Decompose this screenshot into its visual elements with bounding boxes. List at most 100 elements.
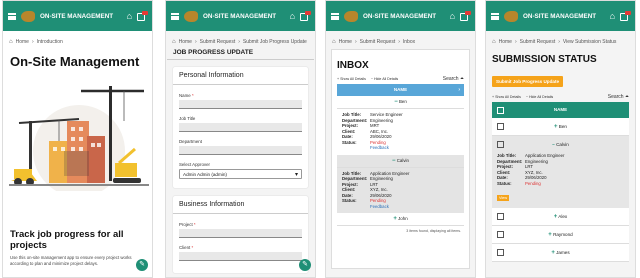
home-icon[interactable]: ⌂ [450,11,455,21]
search-link[interactable]: Search ⏶ [443,76,464,82]
notification-icon[interactable] [620,11,631,21]
home-icon[interactable]: ⌂ [172,39,176,45]
row-checkbox[interactable] [497,231,504,238]
client-label: Client * [179,245,194,250]
row-details: Job Title: Service Engineer Department: En… [337,109,464,155]
edit-fab-button[interactable]: ✎ [136,259,148,271]
table-controls: + Show All Details − Hide All Details Se… [337,76,464,82]
row-details: Job Title: Application Engineer Departmen… [497,153,565,186]
hide-all-details-link[interactable]: − Hide All Details [526,95,553,99]
table-header[interactable]: NAME › [337,84,464,96]
intro-description: Use this on-site management app to ensur… [10,255,132,266]
table-row[interactable]: − Ben [337,96,464,109]
screen-introduction: ON-SITE MANAGEMENT ⌂ ⌂ Home › Introducti… [2,0,153,278]
breadcrumb-current: Submit Job Progress Update [242,39,307,45]
menu-icon[interactable] [171,12,179,20]
breadcrumb-home[interactable]: Home [16,39,29,45]
business-info-title: Business Information [173,201,308,214]
screen-job-progress-form: ON-SITE MANAGEMENT ⌂ ⌂ Home › Submit Req… [165,0,316,278]
top-app-bar: ON-SITE MANAGEMENT ⌂ [166,1,315,31]
construction-illustration [9,86,149,191]
app-title: ON-SITE MANAGEMENT [523,12,597,20]
status-badge: Pending [525,180,541,186]
screen-submission-status: ON-SITE MANAGEMENT ⌂ ⌂ Home › Submit Req… [485,0,636,278]
top-app-bar: ON-SITE MANAGEMENT ⌂ [326,1,475,31]
breadcrumb-current: View Submission Status [562,39,617,45]
table-row[interactable]: + Ben [492,118,629,136]
search-link[interactable]: Search ⏶ [608,94,629,100]
home-icon[interactable]: ⌂ [492,39,496,45]
client-field[interactable] [179,252,302,261]
home-icon[interactable]: ⌂ [127,11,132,21]
edit-fab-button[interactable]: ✎ [299,259,311,271]
breadcrumb-submit-request[interactable]: Submit Request [520,39,556,45]
breadcrumb-current: Inbox [402,39,416,45]
breadcrumb-submit-request[interactable]: Submit Request [360,39,396,45]
breadcrumb-home[interactable]: Home [179,39,192,45]
project-field[interactable] [179,229,302,238]
select-all-checkbox[interactable] [497,107,504,114]
page-title: On-Site Management [10,54,140,69]
approver-label: Select Approver [179,162,210,167]
breadcrumb: ⌂ Home › Submit Request › View Submissio… [492,39,617,45]
app-logo [21,10,35,22]
app-title: ON-SITE MANAGEMENT [203,12,277,20]
breadcrumb: ⌂ Home › Introduction [9,39,63,45]
home-icon[interactable]: ⌂ [332,39,336,45]
department-field[interactable] [179,146,302,155]
view-button[interactable]: View [497,195,510,201]
name-field[interactable] [179,100,302,109]
app-logo [184,10,198,22]
notification-icon[interactable] [137,11,148,21]
menu-icon[interactable] [331,12,339,20]
table-row[interactable]: − Calvin [337,155,464,168]
breadcrumb: ⌂ Home › Submit Request › Submit Job Pro… [172,39,307,45]
row-checkbox[interactable] [497,249,504,256]
breadcrumb-home[interactable]: Home [339,39,352,45]
home-icon[interactable]: ⌂ [290,11,295,21]
submission-status-title: SUBMISSION STATUS [492,54,597,65]
table-row-expanded[interactable]: − Calvin Job Title: Application Engineer … [492,136,629,208]
notification-icon[interactable] [460,11,471,21]
notification-icon[interactable] [300,11,311,21]
home-icon[interactable]: ⌂ [9,39,13,45]
job-title-field[interactable] [179,123,302,132]
table-row[interactable]: + John [337,213,464,226]
top-app-bar: ON-SITE MANAGEMENT ⌂ [486,1,635,31]
feedback-link[interactable]: Feedback [342,204,459,210]
breadcrumb-submit-request[interactable]: Submit Request [200,39,236,45]
pencil-icon: ✎ [302,261,308,268]
row-checkbox[interactable] [497,123,504,130]
app-logo [344,10,358,22]
table-header[interactable]: NAME [492,102,629,118]
inbox-panel: INBOX + Show All Details − Hide All Deta… [331,49,470,269]
app-title: ON-SITE MANAGEMENT [363,12,437,20]
screen-inbox: ON-SITE MANAGEMENT ⌂ ⌂ Home › Submit Req… [325,0,476,278]
project-label: Project * [179,222,196,227]
app-logo [504,10,518,22]
menu-icon[interactable] [8,12,16,20]
show-all-details-link[interactable]: + Show All Details [492,95,521,99]
menu-icon[interactable] [491,12,499,20]
expand-icon: + [548,232,552,238]
home-icon[interactable]: ⌂ [610,11,615,21]
top-app-bar: ON-SITE MANAGEMENT ⌂ [3,1,152,31]
sort-icon: › [458,87,460,93]
show-all-details-link[interactable]: + Show All Details [337,77,366,81]
row-checkbox[interactable] [497,141,504,148]
department-label: Department [179,139,202,144]
row-details: Job Title: Application Engineer Departmen… [337,168,464,214]
breadcrumb-home[interactable]: Home [499,39,512,45]
table-row[interactable]: + James [492,244,629,262]
collapse-icon: − [392,157,396,164]
chevron-up-icon: ⏶ [624,94,629,100]
approver-select[interactable]: Admin Admin (admin) [179,169,302,179]
pencil-icon: ✎ [139,261,145,268]
name-label: Name * [179,93,194,98]
submit-job-progress-button[interactable]: Submit Job Progress Update [492,76,564,87]
row-checkbox[interactable] [497,213,504,220]
feedback-link[interactable]: Feedback [342,145,459,151]
table-row[interactable]: + Alex [492,208,629,226]
table-row[interactable]: + Raymond [492,226,629,244]
hide-all-details-link[interactable]: − Hide All Details [371,77,398,81]
